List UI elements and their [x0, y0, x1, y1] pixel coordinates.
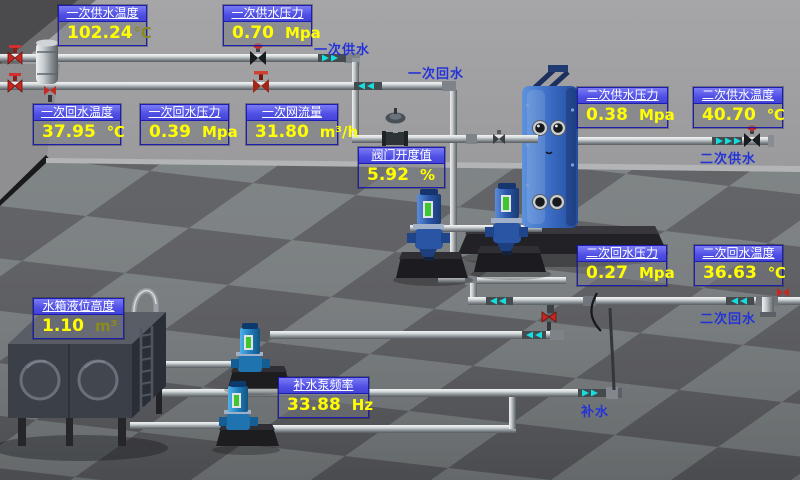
panel-value: 1.10: [42, 316, 84, 336]
panel-unit: m³: [95, 317, 117, 335]
panel-unit: ℃: [134, 24, 152, 42]
panel-title: 一次供水温度: [59, 6, 146, 22]
flow-arrow-icon: [712, 137, 742, 145]
flow-arrow-icon: [522, 331, 546, 339]
panel-title: 补水泵频率: [279, 378, 368, 394]
panel-unit: m³/h: [320, 123, 358, 141]
panel-secondary-return-pressure: 二次回水压力 0.27Mpa: [577, 245, 667, 286]
panel-unit: ℃: [107, 123, 125, 141]
hmi-screen: 一次供水温度 102.24℃ 一次供水压力 0.70Mpa 一次回水温度 37.…: [0, 0, 800, 480]
primary-return-pipe: [0, 81, 456, 91]
panel-title: 一次回水温度: [34, 105, 120, 121]
flow-arrow-icon: [354, 82, 382, 90]
panel-value: 37.95: [42, 122, 96, 142]
panel-unit: Mpa: [639, 106, 675, 124]
flow-arrow-icon: [486, 297, 513, 305]
panel-primary-return-temp: 一次回水温度 37.95℃: [33, 104, 121, 145]
panel-unit: ℃: [767, 106, 785, 124]
flow-arrow-icon: [726, 297, 754, 305]
plate-heat-exchanger[interactable]: [522, 65, 578, 228]
panel-title: 一次供水压力: [224, 6, 311, 22]
panel-title: 二次供水温度: [694, 88, 782, 104]
panel-unit: %: [420, 166, 435, 184]
panel-value: 0.39: [149, 122, 191, 142]
panel-secondary-supply-temp: 二次供水温度 40.70 ℃: [693, 87, 783, 128]
panel-title: 水箱液位高度: [34, 299, 123, 315]
panel-primary-supply-pressure: 一次供水压力 0.70Mpa: [223, 5, 312, 46]
panel-title: 二次供水压力: [578, 88, 667, 104]
pipe-label-makeup-water: 补水: [581, 401, 609, 420]
plant-3d-scene: [0, 0, 800, 480]
panel-title: 一次回水压力: [141, 105, 228, 121]
panel-value: 0.70: [232, 23, 274, 43]
panel-value: 31.80: [255, 122, 309, 142]
panel-value: 0.38: [586, 105, 628, 125]
panel-secondary-supply-pressure: 二次供水压力 0.38Mpa: [577, 87, 668, 128]
panel-secondary-return-temp: 二次回水温度 36.63 ℃: [694, 245, 783, 286]
panel-title: 二次回水压力: [578, 246, 666, 262]
pipe-label-secondary-return: 二次回水: [700, 308, 756, 327]
panel-makeup-pump-freq: 补水泵频率 33.88Hz: [278, 377, 369, 418]
pipe-label-secondary-supply: 二次供水: [700, 148, 756, 167]
panel-unit: ℃: [768, 264, 786, 282]
pipe-label-primary-supply: 一次供水: [314, 39, 370, 58]
panel-title: 阀门开度值: [359, 148, 444, 164]
panel-value: 36.63: [703, 263, 757, 283]
panel-value: 102.24: [67, 23, 133, 43]
panel-value: 33.88: [287, 395, 341, 415]
panel-unit: Mpa: [202, 123, 238, 141]
panel-tank-level: 水箱液位高度 1.10 m³: [33, 298, 124, 339]
pipe-label-primary-return: 一次回水: [408, 63, 464, 82]
panel-value: 0.27: [586, 263, 628, 283]
flow-arrow-icon: [578, 389, 606, 397]
panel-unit: Hz: [352, 396, 373, 414]
panel-title: 二次回水温度: [695, 246, 782, 262]
panel-valve-opening: 阀门开度值 5.92%: [358, 147, 445, 188]
panel-primary-supply-temp: 一次供水温度 102.24℃: [58, 5, 147, 46]
panel-value: 5.92: [367, 165, 409, 185]
panel-primary-return-pressure: 一次回水压力 0.39Mpa: [140, 104, 229, 145]
panel-value: 40.70: [702, 105, 756, 125]
panel-unit: Mpa: [639, 264, 675, 282]
control-valve-pipe: [352, 134, 538, 144]
panel-primary-network-flow: 一次网流量 31.80m³/h: [246, 104, 338, 145]
panel-title: 一次网流量: [247, 105, 337, 121]
